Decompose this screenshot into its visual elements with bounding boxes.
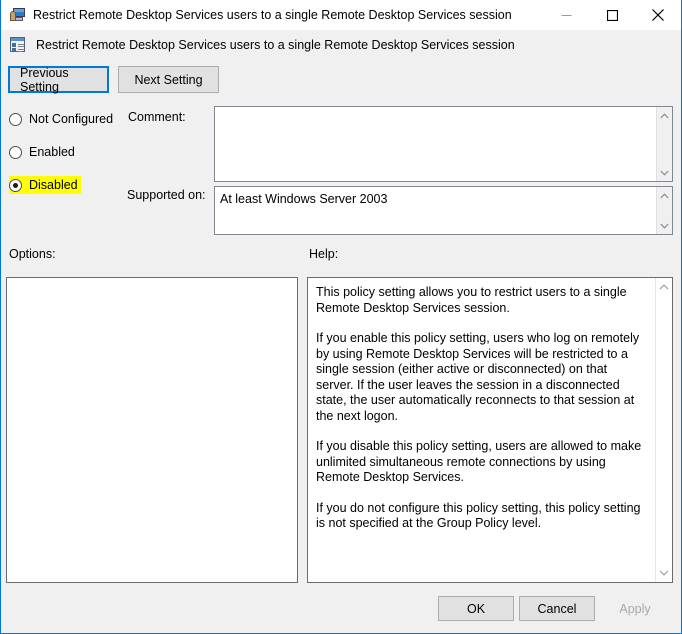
scroll-up-icon[interactable]	[657, 187, 673, 204]
scroll-up-icon[interactable]	[657, 107, 673, 124]
supported-on-scrollbar[interactable]	[656, 187, 672, 234]
comment-label: Comment:	[128, 110, 186, 124]
supported-on-value: At least Windows Server 2003	[220, 192, 388, 206]
options-label: Options:	[9, 247, 56, 261]
scroll-down-icon[interactable]	[657, 217, 673, 234]
radio-icon-enabled	[9, 145, 22, 159]
help-text: This policy setting allows you to restri…	[308, 278, 655, 582]
dialog-footer: OK Cancel Apply	[1, 584, 681, 633]
help-paragraph: If you enable this policy setting, users…	[316, 331, 640, 423]
cancel-button[interactable]: Cancel	[519, 596, 595, 621]
scroll-down-icon[interactable]	[657, 164, 673, 181]
options-panel[interactable]	[6, 277, 298, 583]
apply-button: Apply	[597, 596, 673, 621]
help-paragraph: If you do not configure this policy sett…	[316, 500, 641, 531]
radio-label-disabled: Disabled	[29, 178, 78, 192]
help-panel: This policy setting allows you to restri…	[307, 277, 673, 583]
radio-label-enabled: Enabled	[29, 145, 75, 159]
comment-value[interactable]	[215, 107, 656, 181]
radio-option-enabled[interactable]: Enabled	[9, 143, 75, 161]
setting-navigation: Previous Setting Next Setting	[8, 66, 219, 94]
policy-header: Restrict Remote Desktop Services users t…	[1, 30, 681, 60]
close-icon[interactable]	[635, 0, 681, 30]
policy-setting-dialog: Restrict Remote Desktop Services users t…	[0, 0, 682, 634]
help-paragraph: This policy setting allows you to restri…	[316, 285, 627, 315]
radio-option-not-configured[interactable]: Not Configured	[9, 110, 113, 128]
supported-on-label: Supported on:	[127, 188, 206, 202]
remote-desktop-monitor-icon	[10, 7, 26, 23]
supported-on-field[interactable]: At least Windows Server 2003	[214, 186, 673, 235]
group-policy-setting-icon	[9, 36, 27, 54]
radio-icon-not-configured	[9, 112, 22, 126]
comment-scrollbar[interactable]	[656, 107, 672, 181]
policy-title: Restrict Remote Desktop Services users t…	[36, 38, 515, 52]
title-bar: Restrict Remote Desktop Services users t…	[1, 0, 681, 30]
minimize-icon[interactable]	[543, 0, 589, 30]
help-paragraph: If you disable this policy setting, user…	[316, 439, 642, 484]
comment-input[interactable]	[214, 106, 673, 182]
next-setting-button[interactable]: Next Setting	[118, 66, 219, 93]
radio-label-not-configured: Not Configured	[29, 112, 114, 126]
scroll-down-icon[interactable]	[656, 564, 673, 582]
help-scrollbar[interactable]	[655, 278, 672, 582]
scroll-up-icon[interactable]	[656, 278, 673, 296]
radio-option-disabled[interactable]: Disabled	[9, 176, 81, 194]
ok-button[interactable]: OK	[438, 596, 514, 621]
previous-setting-button[interactable]: Previous Setting	[8, 66, 109, 94]
maximize-icon[interactable]	[589, 0, 635, 30]
help-label: Help:	[309, 247, 339, 261]
radio-icon-disabled	[9, 178, 22, 192]
window-title: Restrict Remote Desktop Services users t…	[33, 8, 512, 22]
